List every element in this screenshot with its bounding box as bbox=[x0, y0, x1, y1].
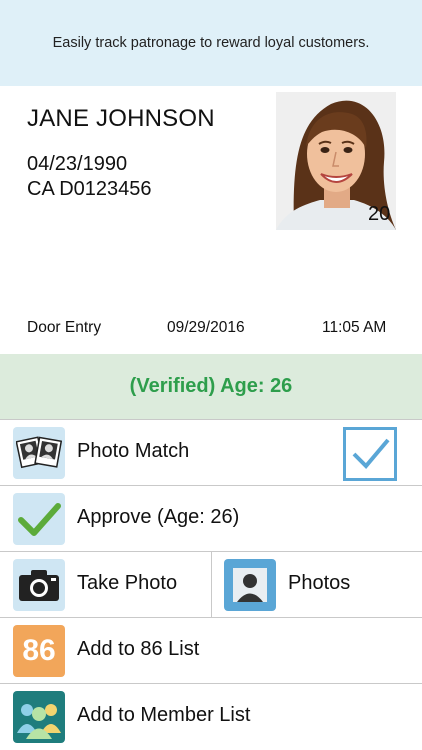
take-photo-button[interactable]: Take Photo bbox=[0, 552, 211, 617]
id-card: JANE JOHNSON 04/23/1990 CA D0123456 20 D… bbox=[0, 86, 422, 354]
photos-button[interactable]: Photos bbox=[212, 552, 422, 617]
approve-row[interactable]: Approve (Age: 26) bbox=[0, 486, 422, 552]
eighty-six-icon: 86 bbox=[13, 625, 65, 677]
customer-dob: 04/23/1990 bbox=[27, 153, 128, 175]
approve-check-icon bbox=[13, 493, 65, 545]
verification-status-bar: (Verified) Age: 26 bbox=[0, 354, 422, 420]
scan-time: 11:05 AM bbox=[322, 319, 387, 336]
eighty-six-icon-text: 86 bbox=[22, 634, 56, 667]
photos-label: Photos bbox=[288, 572, 351, 594]
photo-match-row[interactable]: Photo Match bbox=[0, 420, 422, 486]
photo-match-checkbox[interactable] bbox=[343, 427, 397, 481]
take-photo-label: Take Photo bbox=[77, 572, 178, 594]
photo-match-label: Photo Match bbox=[77, 440, 190, 462]
add-86-label: Add to 86 List bbox=[77, 638, 200, 660]
checkmark-icon bbox=[352, 438, 390, 469]
add-86-row[interactable]: 86 Add to 86 List bbox=[0, 618, 422, 684]
approve-label: Approve (Age: 26) bbox=[77, 506, 240, 528]
add-member-label: Add to Member List bbox=[77, 704, 251, 726]
photo-age-number: 20 bbox=[368, 203, 391, 225]
scan-date: 09/29/2016 bbox=[167, 319, 245, 336]
customer-license: CA D0123456 bbox=[27, 178, 152, 200]
promo-banner: Easily track patronage to reward loyal c… bbox=[0, 0, 422, 86]
verification-status-text: (Verified) Age: 26 bbox=[129, 375, 293, 397]
portrait-icon bbox=[224, 559, 276, 611]
photo-actions-row: Take Photo Photos bbox=[0, 552, 422, 618]
photo-match-icon bbox=[13, 427, 65, 479]
add-member-row[interactable]: Add to Member List bbox=[0, 684, 422, 749]
promo-banner-text: Easily track patronage to reward loyal c… bbox=[52, 35, 370, 51]
customer-name: JANE JOHNSON bbox=[27, 105, 215, 132]
scan-location: Door Entry bbox=[27, 319, 102, 336]
members-icon bbox=[13, 691, 65, 743]
camera-icon bbox=[13, 559, 65, 611]
